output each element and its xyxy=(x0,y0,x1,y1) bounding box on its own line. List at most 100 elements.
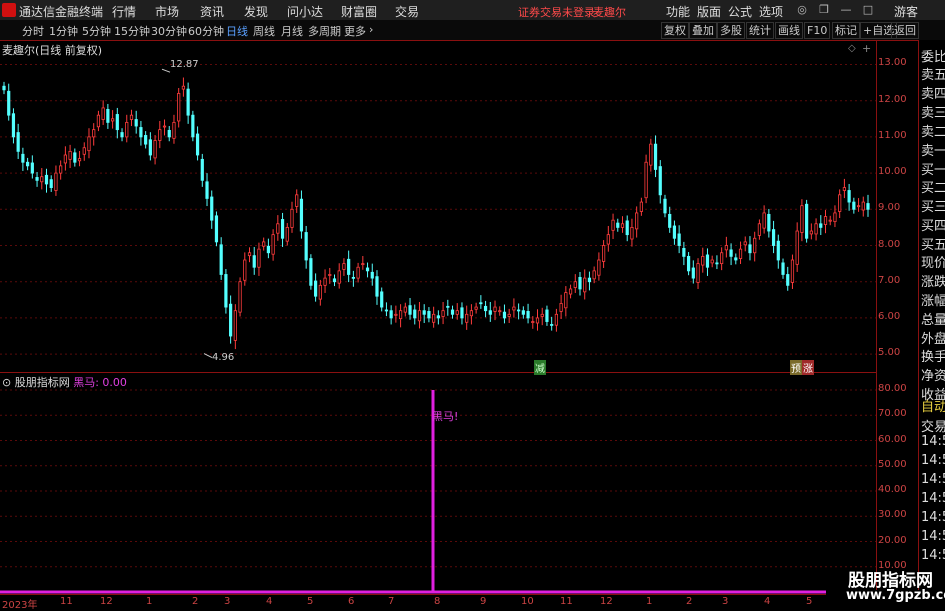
candle-body xyxy=(616,222,620,228)
quote-panel-item[interactable]: 净资 xyxy=(921,365,945,384)
menu-item-layout[interactable]: 版面 xyxy=(697,3,721,20)
menu-item-wealth[interactable]: 财富圈 xyxy=(341,3,377,20)
quote-panel-item[interactable]: 卖一 xyxy=(921,140,945,159)
quote-panel-item[interactable]: 交易 xyxy=(921,416,945,435)
candle-body xyxy=(828,219,832,222)
login-status[interactable]: 证券交易未登录 xyxy=(518,4,595,20)
menu-item-markets[interactable]: 市场 xyxy=(155,3,179,20)
candle-body xyxy=(422,310,426,315)
candle-body xyxy=(365,267,370,272)
f10-button[interactable]: F10 xyxy=(804,22,831,39)
quote-panel-item[interactable]: 换手 xyxy=(921,346,945,365)
candle-body xyxy=(696,263,700,283)
menu-item-options[interactable]: 选项 xyxy=(759,3,783,20)
quote-panel-item[interactable]: 买四 xyxy=(921,215,945,234)
add-icon[interactable]: + xyxy=(862,42,871,55)
quote-panel-item[interactable]: 涨幅 xyxy=(921,290,945,309)
back-button[interactable]: 返回 xyxy=(891,22,919,39)
quote-panel-item[interactable]: 14:56 xyxy=(921,510,945,525)
guest-label[interactable]: 游客 xyxy=(894,3,918,20)
maximize-icon[interactable]: □ xyxy=(860,2,876,18)
menu-item-trade[interactable]: 交易 xyxy=(395,3,419,20)
quote-panel-item[interactable]: 卖五 xyxy=(921,64,945,83)
quote-panel-item[interactable]: 买一 xyxy=(921,159,945,178)
candle-body xyxy=(224,274,228,308)
date-tick-label: 11 xyxy=(60,596,73,607)
collapse-icon[interactable]: ⊙ xyxy=(2,376,11,389)
quote-panel-item[interactable]: 卖二 xyxy=(921,121,945,140)
current-stock-name: 麦趣尔 xyxy=(593,6,626,19)
minimize-icon[interactable]: — xyxy=(838,2,854,18)
quote-panel-item[interactable]: 14:56 xyxy=(921,529,945,544)
quote-panel-item[interactable]: 买五 xyxy=(921,234,945,253)
quote-panel-item[interactable]: 委比 xyxy=(921,46,945,65)
period-more[interactable]: 更多 xyxy=(344,23,366,39)
candle-body xyxy=(526,311,530,319)
candle-body xyxy=(545,309,549,322)
period-30min[interactable]: 30分钟 xyxy=(151,23,187,39)
candle-body xyxy=(332,278,337,283)
period-multi[interactable]: 多周期 xyxy=(308,23,341,39)
menu-item-ask[interactable]: 问小达 xyxy=(287,3,323,20)
date-tick-label: 6 xyxy=(348,596,355,607)
quote-panel-item[interactable]: 自动 xyxy=(921,396,945,415)
quote-panel-item[interactable]: 卖三 xyxy=(921,102,945,121)
statistics-button[interactable]: 统计 xyxy=(746,22,774,39)
quote-panel-item[interactable]: 14:56 xyxy=(921,453,945,468)
menu-item-market[interactable]: 行情 xyxy=(112,3,136,20)
quote-panel-item[interactable]: 总量 xyxy=(921,309,945,328)
candle-body xyxy=(92,129,96,138)
candle-body xyxy=(483,305,488,312)
candle-body xyxy=(436,315,440,319)
skin-icon[interactable]: ❐ xyxy=(816,2,832,18)
mark-button[interactable]: 标记 xyxy=(832,22,860,39)
candle-body xyxy=(762,212,766,229)
overlay-button[interactable]: 叠加 xyxy=(689,22,717,39)
quote-panel-item[interactable]: 买二 xyxy=(921,177,945,196)
chevron-right-icon[interactable]: › xyxy=(369,23,373,36)
menu-item-function[interactable]: 功能 xyxy=(666,3,690,20)
candle-body xyxy=(394,313,398,316)
kline-chart[interactable] xyxy=(0,40,876,609)
candle-body xyxy=(729,249,733,257)
restore-rights-button[interactable]: 复权 xyxy=(661,22,689,39)
candle-body xyxy=(54,172,58,191)
candle-body xyxy=(620,223,625,228)
period-monthly[interactable]: 月线 xyxy=(281,23,303,39)
settings-icon[interactable]: ◎ xyxy=(794,2,810,18)
quote-panel-item[interactable]: 卖四 xyxy=(921,83,945,102)
indicator-name[interactable]: 股朋指标网 xyxy=(15,376,70,389)
menu-item-formula[interactable]: 公式 xyxy=(728,3,752,20)
quote-panel-item[interactable]: 14:56 xyxy=(921,491,945,506)
quote-panel-item[interactable]: 买三 xyxy=(921,196,945,215)
menu-item-discover[interactable]: 发现 xyxy=(244,3,268,20)
indicator-tick-label: 30.00 xyxy=(878,509,907,521)
diamond-icon[interactable]: ◇ xyxy=(848,43,856,54)
candle-body xyxy=(361,263,365,266)
date-tick-label: 12 xyxy=(100,596,113,607)
quote-panel-item[interactable]: 14:56 xyxy=(921,434,945,449)
candle-body xyxy=(838,194,842,212)
period-daily[interactable]: 日线 xyxy=(226,23,248,39)
quote-panel-item[interactable]: 涨跌 xyxy=(921,271,945,290)
period-1min[interactable]: 1分钟 xyxy=(49,23,78,39)
candle-body xyxy=(573,281,577,288)
candle-body xyxy=(214,215,219,243)
menu-item-news[interactable]: 资讯 xyxy=(200,3,224,20)
candle-body xyxy=(842,187,846,191)
quote-panel-item[interactable]: 14:56 xyxy=(921,548,945,563)
period-60min[interactable]: 60分钟 xyxy=(188,23,224,39)
period-5min[interactable]: 5分钟 xyxy=(82,23,111,39)
period-timeshare[interactable]: 分时 xyxy=(22,23,44,39)
quote-panel-item[interactable]: 现价 xyxy=(921,252,945,271)
candle-body xyxy=(757,223,762,236)
candle-body xyxy=(314,280,318,297)
quote-panel-item[interactable]: 外盘 xyxy=(921,328,945,347)
quote-panel-item[interactable]: 14:56 xyxy=(921,472,945,487)
candle-body xyxy=(229,303,233,337)
draw-line-button[interactable]: 画线 xyxy=(775,22,803,39)
indicator-value: 黑马: 0.00 xyxy=(73,376,127,389)
period-weekly[interactable]: 周线 xyxy=(253,23,275,39)
period-15min[interactable]: 15分钟 xyxy=(114,23,150,39)
multi-stock-button[interactable]: 多股 xyxy=(717,22,745,39)
